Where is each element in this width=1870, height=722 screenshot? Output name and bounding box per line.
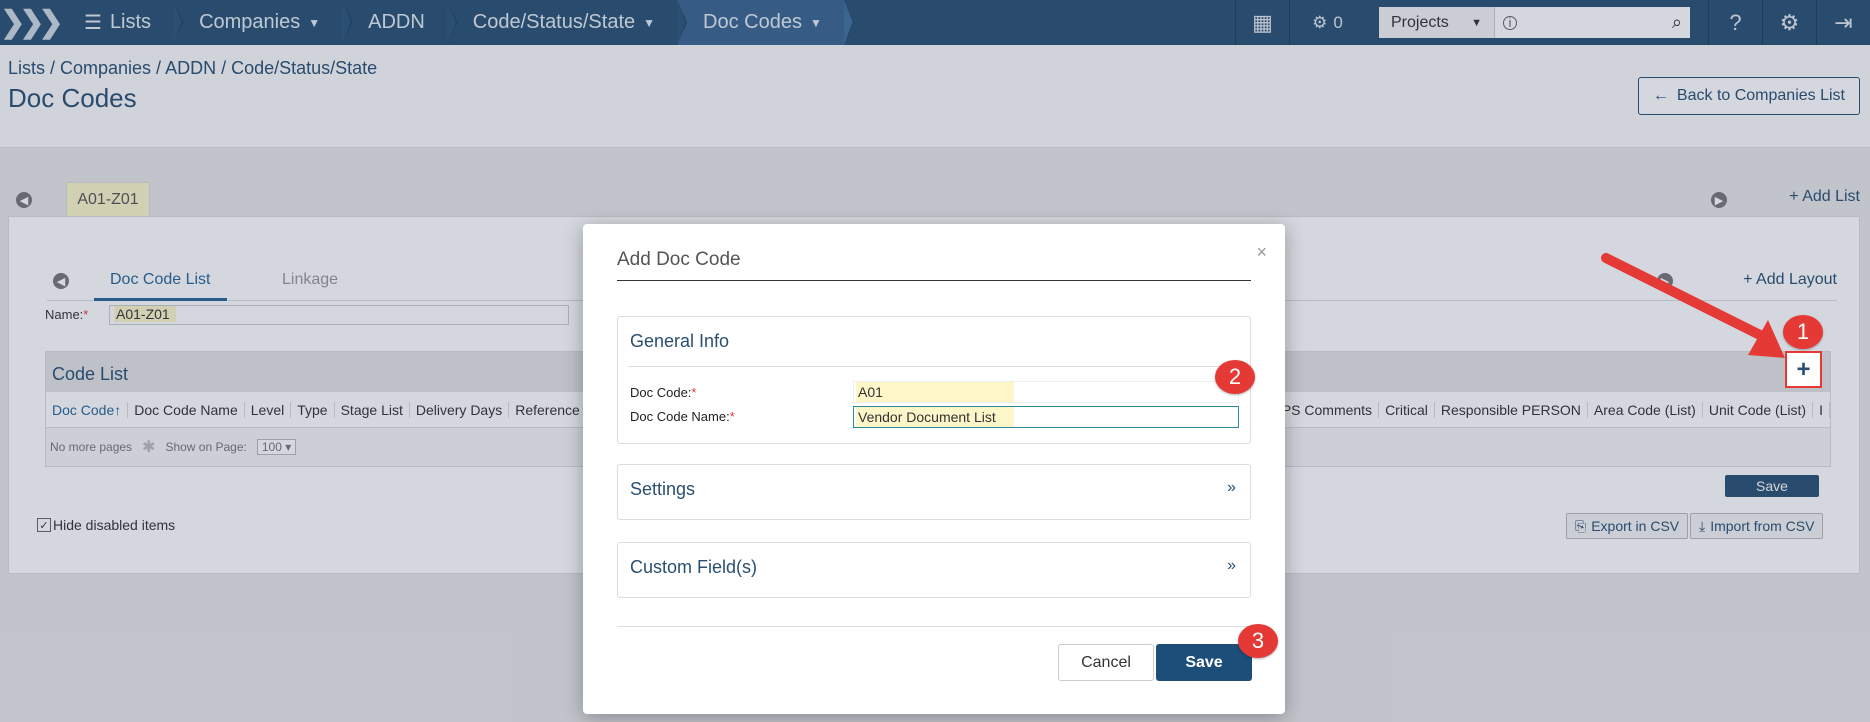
required-marker: * <box>729 409 735 424</box>
general-info-header[interactable]: General Info <box>618 317 1250 366</box>
title-divider <box>617 280 1251 281</box>
close-icon[interactable]: × <box>1256 242 1267 263</box>
doc-code-name-input[interactable]: Vendor Document List <box>853 406 1239 428</box>
doc-code-name-value: Vendor Document List <box>856 407 1014 427</box>
annotation-badge-1: 1 <box>1783 315 1823 349</box>
general-info-section: General Info Doc Code:* A01 Doc Code Nam… <box>617 316 1251 444</box>
cancel-button[interactable]: Cancel <box>1058 644 1154 681</box>
doc-code-name-label-text: Doc Code Name: <box>630 409 730 424</box>
annotation-badge-2: 2 <box>1215 360 1255 394</box>
annotation-badge-3: 3 <box>1238 624 1278 658</box>
doc-code-label: Doc Code:* <box>630 385 696 400</box>
custom-fields-header[interactable]: Custom Field(s) » <box>618 543 1250 592</box>
add-doc-code-dialog: Add Doc Code × General Info Doc Code:* A… <box>583 224 1285 714</box>
settings-header[interactable]: Settings » <box>618 465 1250 514</box>
custom-fields-section[interactable]: Custom Field(s) » <box>617 542 1251 598</box>
save-button[interactable]: Save <box>1156 644 1252 681</box>
dialog-footer-divider <box>617 626 1251 627</box>
dialog-title: Add Doc Code <box>617 249 741 270</box>
chevron-double-right-icon: » <box>1227 479 1236 496</box>
doc-code-input[interactable]: A01 <box>853 381 1239 403</box>
settings-section[interactable]: Settings » <box>617 464 1251 520</box>
required-marker: * <box>691 385 697 400</box>
doc-code-label-text: Doc Code: <box>630 385 692 400</box>
custom-fields-label: Custom Field(s) <box>630 557 758 577</box>
annotation-arrow <box>1601 253 1785 358</box>
divider <box>628 366 1240 367</box>
doc-code-value: A01 <box>856 382 1014 402</box>
settings-label: Settings <box>630 479 696 499</box>
chevron-double-right-icon: » <box>1227 557 1236 574</box>
doc-code-name-label: Doc Code Name:* <box>630 409 735 424</box>
